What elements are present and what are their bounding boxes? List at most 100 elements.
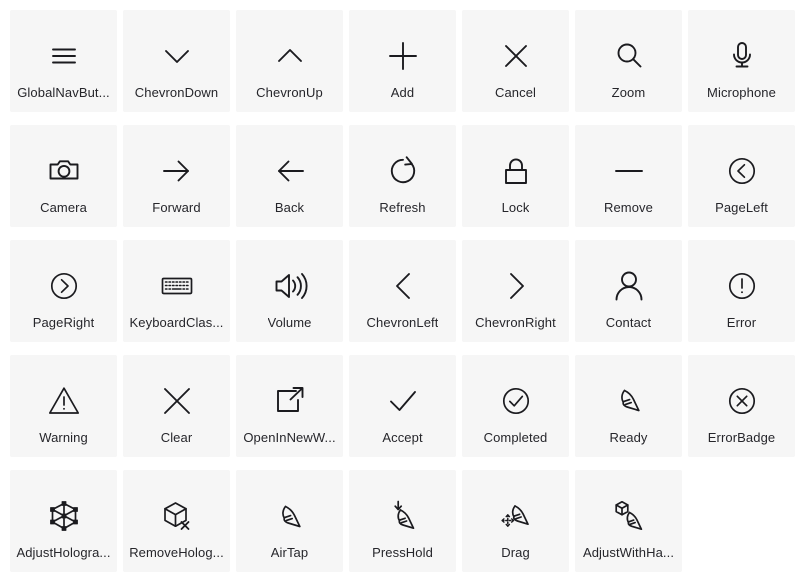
page-right-icon: [44, 266, 84, 306]
icon-cell-zoom[interactable]: Zoom: [575, 10, 682, 112]
back-icon: [270, 151, 310, 191]
icon-cell-adjusthologram[interactable]: AdjustHologra...: [10, 470, 117, 572]
icon-cell-refresh[interactable]: Refresh: [349, 125, 456, 227]
icon-label: Clear: [160, 430, 193, 445]
forward-icon: [157, 151, 197, 191]
icon-label: ErrorBadge: [707, 430, 776, 445]
icon-cell-adjustwithhand[interactable]: AdjustWithHa...: [575, 470, 682, 572]
icon-cell-chevrondown[interactable]: ChevronDown: [123, 10, 230, 112]
icon-label: Contact: [605, 315, 652, 330]
cancel-icon: [496, 36, 536, 76]
icon-label: Microphone: [707, 85, 776, 100]
icon-label: KeyboardClas...: [129, 315, 224, 330]
add-icon: [383, 36, 423, 76]
chevron-up-icon: [270, 36, 310, 76]
icon-cell-keyboardclassic[interactable]: KeyboardClas...: [123, 240, 230, 342]
air-tap-icon: [270, 496, 310, 536]
icon-label: Forward: [152, 200, 201, 215]
icon-label: Error: [726, 315, 757, 330]
keyboard-classic-icon: [157, 266, 197, 306]
icon-grid: GlobalNavBut... ChevronDown ChevronUp Add Ca…: [0, 0, 803, 572]
icon-cell-errorbadge[interactable]: ErrorBadge: [688, 355, 795, 457]
error-badge-icon: [722, 381, 762, 421]
icon-cell-accept[interactable]: Accept: [349, 355, 456, 457]
icon-label: GlobalNavBut...: [17, 85, 110, 100]
refresh-icon: [383, 151, 423, 191]
icon-cell-airtap[interactable]: AirTap: [236, 470, 343, 572]
icon-cell-removehologram[interactable]: RemoveHolog...: [123, 470, 230, 572]
icon-cell-openinnewwindow[interactable]: OpenInNewW...: [236, 355, 343, 457]
icon-cell-pageleft[interactable]: PageLeft: [688, 125, 795, 227]
chevron-right-icon: [496, 266, 536, 306]
adjust-hologram-icon: [44, 496, 84, 536]
remove-icon: [609, 151, 649, 191]
icon-label: PageLeft: [715, 200, 768, 215]
icon-label: Camera: [40, 200, 87, 215]
icon-label: ChevronRight: [475, 315, 556, 330]
icon-cell-warning[interactable]: Warning: [10, 355, 117, 457]
icon-cell-cancel[interactable]: Cancel: [462, 10, 569, 112]
icon-label: Completed: [483, 430, 548, 445]
icon-label: ChevronUp: [256, 85, 323, 100]
icon-label: PageRight: [32, 315, 95, 330]
icon-label: Refresh: [379, 200, 426, 215]
icon-cell-microphone[interactable]: Microphone: [688, 10, 795, 112]
icon-cell-empty: [688, 470, 795, 572]
icon-label: PressHold: [372, 545, 433, 560]
error-icon: [722, 266, 762, 306]
icon-label: ChevronLeft: [366, 315, 439, 330]
icon-cell-volume[interactable]: Volume: [236, 240, 343, 342]
lock-icon: [496, 151, 536, 191]
icon-label: OpenInNewW...: [243, 430, 336, 445]
icon-cell-forward[interactable]: Forward: [123, 125, 230, 227]
icon-cell-contact[interactable]: Contact: [575, 240, 682, 342]
icon-label: Drag: [501, 545, 530, 560]
icon-cell-ready[interactable]: Ready: [575, 355, 682, 457]
icon-cell-camera[interactable]: Camera: [10, 125, 117, 227]
icon-cell-presshold[interactable]: PressHold: [349, 470, 456, 572]
icon-label: AirTap: [270, 545, 309, 560]
global-nav-button-icon: [44, 36, 84, 76]
icon-label: RemoveHolog...: [129, 545, 224, 560]
icon-label: Accept: [382, 430, 423, 445]
icon-label: Volume: [267, 315, 312, 330]
icon-label: Add: [390, 85, 415, 100]
icon-cell-lock[interactable]: Lock: [462, 125, 569, 227]
page-left-icon: [722, 151, 762, 191]
chevron-left-icon: [383, 266, 423, 306]
icon-label: AdjustHologra...: [16, 545, 111, 560]
icon-label: Back: [274, 200, 305, 215]
contact-icon: [609, 266, 649, 306]
icon-cell-chevronup[interactable]: ChevronUp: [236, 10, 343, 112]
icon-cell-clear[interactable]: Clear: [123, 355, 230, 457]
icon-label: Zoom: [611, 85, 646, 100]
icon-cell-remove[interactable]: Remove: [575, 125, 682, 227]
icon-cell-drag[interactable]: Drag: [462, 470, 569, 572]
icon-label: Ready: [609, 430, 648, 445]
ready-icon: [609, 381, 649, 421]
icon-label: ChevronDown: [134, 85, 219, 100]
icon-label: Remove: [603, 200, 653, 215]
icon-cell-chevronleft[interactable]: ChevronLeft: [349, 240, 456, 342]
warning-icon: [44, 381, 84, 421]
icon-cell-error[interactable]: Error: [688, 240, 795, 342]
icon-cell-add[interactable]: Add: [349, 10, 456, 112]
icon-cell-back[interactable]: Back: [236, 125, 343, 227]
clear-icon: [157, 381, 197, 421]
open-in-new-window-icon: [270, 381, 310, 421]
zoom-icon: [609, 36, 649, 76]
remove-hologram-icon: [157, 496, 197, 536]
icon-cell-pageright[interactable]: PageRight: [10, 240, 117, 342]
icon-label: AdjustWithHa...: [582, 545, 675, 560]
volume-icon: [270, 266, 310, 306]
icon-label: Warning: [39, 430, 88, 445]
accept-icon: [383, 381, 423, 421]
adjust-with-hand-icon: [609, 496, 649, 536]
icon-label: Cancel: [494, 85, 537, 100]
drag-icon: [496, 496, 536, 536]
camera-icon: [44, 151, 84, 191]
press-hold-icon: [383, 496, 423, 536]
icon-cell-globalnavbutton[interactable]: GlobalNavBut...: [10, 10, 117, 112]
icon-cell-completed[interactable]: Completed: [462, 355, 569, 457]
icon-cell-chevronright[interactable]: ChevronRight: [462, 240, 569, 342]
